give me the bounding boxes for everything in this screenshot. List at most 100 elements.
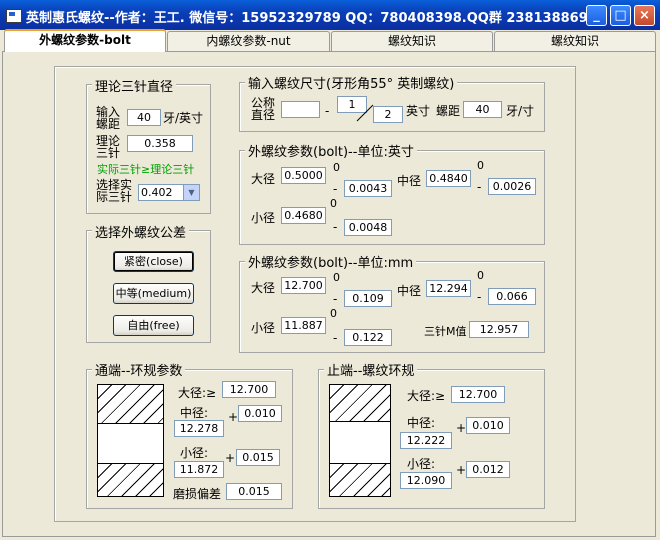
- tab-bolt[interactable]: 外螺纹参数-bolt: [4, 29, 166, 52]
- nominal-dash: -: [325, 104, 330, 118]
- go-pitch-value: 12.278: [174, 420, 224, 437]
- m-value: 12.957: [469, 321, 529, 338]
- go-minor-value: 11.872: [174, 461, 224, 478]
- inch-major-upper: 0: [333, 161, 340, 174]
- go-pitch-label: 中径:: [180, 406, 209, 420]
- inch-major-lower: 0.0043: [344, 180, 392, 197]
- free-fit-button[interactable]: 自由(free): [113, 315, 194, 336]
- inch-pitch-label: 中径: [397, 174, 422, 188]
- nogo-pitch-plus: +: [456, 421, 467, 435]
- inch-pitch-lower: 0.0026: [488, 178, 536, 195]
- go-pitch-tol: 0.010: [238, 405, 282, 422]
- input-pitch-label: 输入 螺距: [96, 105, 121, 131]
- inch-minor-upper: 0: [330, 197, 337, 210]
- mm-minor-lower: 0.122: [344, 329, 392, 346]
- inch-major-value: 0.5000: [281, 167, 326, 184]
- go-minor-plus: +: [225, 451, 236, 465]
- mm-pitch-upper: 0: [477, 269, 484, 282]
- inch-minor-value: 0.4680: [281, 207, 326, 224]
- size-pitch-label: 螺距: [436, 104, 461, 118]
- inch-major-label: 大径: [251, 172, 276, 186]
- go-pitch-plus: +: [228, 410, 239, 424]
- mm-pitch-minus: -: [477, 290, 482, 304]
- app-icon: [6, 9, 22, 23]
- theory-wire-label: 理论 三针: [96, 134, 121, 160]
- inch-pitch-value: 0.4840: [426, 170, 471, 187]
- denominator-input[interactable]: 2: [373, 106, 403, 123]
- go-wear-label: 磨损偏差: [173, 487, 222, 501]
- mm-pitch-value: 12.294: [426, 280, 471, 297]
- go-ring-top-hatch: [97, 384, 164, 424]
- chevron-down-icon[interactable]: ▼: [183, 185, 199, 200]
- nogo-ring-top-hatch: [329, 384, 391, 422]
- size-input-legend: 输入螺纹尺寸(牙形角55° 英制螺纹): [245, 73, 458, 92]
- nogo-minor-label: 小径:: [407, 457, 436, 471]
- go-ring-bore: [97, 423, 164, 464]
- fraction-slash: [356, 104, 374, 122]
- mm-minor-label: 小径: [251, 321, 276, 335]
- tab-nut[interactable]: 内螺纹参数-nut: [167, 31, 330, 51]
- tab-knowledge-1[interactable]: 螺纹知识: [331, 31, 493, 51]
- nominal-label: 公称 直径: [251, 96, 276, 122]
- nogo-ring-bore: [329, 421, 391, 464]
- go-wear-value: 0.015: [226, 483, 282, 500]
- mm-major-label: 大径: [251, 281, 276, 295]
- mm-major-upper: 0: [333, 271, 340, 284]
- mm-minor-upper: 0: [330, 307, 337, 320]
- select-wire-label: 选择实 际三针: [96, 178, 133, 204]
- nogo-ring-legend: 止端--螺纹环规: [324, 360, 418, 379]
- close-fit-button[interactable]: 紧密(close): [113, 251, 194, 272]
- pitch-unit-label: 牙/英寸: [163, 111, 204, 125]
- bolt-inch-legend: 外螺纹参数(bolt)--单位:英寸: [245, 141, 417, 160]
- title-bar[interactable]: 英制惠氏螺纹--作者：王工. 微信号：15952329789 QQ：780408…: [0, 0, 660, 30]
- inch-minor-label: 小径: [251, 211, 276, 225]
- mm-major-minus: -: [333, 292, 338, 306]
- mm-pitch-label: 中径: [397, 284, 422, 298]
- wire-select-value: 0.402: [141, 186, 173, 199]
- wire-select[interactable]: 0.402 ▼: [138, 184, 200, 201]
- close-button[interactable]: ×: [634, 5, 655, 26]
- nogo-pitch-label: 中径:: [407, 416, 436, 430]
- nogo-ring-bottom-hatch: [329, 463, 391, 497]
- bolt-inch-group: [239, 150, 545, 245]
- app-window: 英制惠氏螺纹--作者：王工. 微信号：15952329789 QQ：780408…: [0, 0, 660, 540]
- tolerance-legend: 选择外螺纹公差: [92, 222, 190, 241]
- nogo-minor-value: 12.090: [400, 472, 452, 489]
- mm-major-lower: 0.109: [344, 290, 392, 307]
- mm-pitch-lower: 0.066: [488, 288, 536, 305]
- inch-label: 英寸: [406, 104, 431, 118]
- nogo-pitch-value: 12.222: [400, 432, 452, 449]
- mm-major-value: 12.700: [281, 277, 326, 294]
- maximize-button[interactable]: □: [610, 5, 631, 26]
- m-value-label: 三针M值: [424, 325, 467, 338]
- inch-pitch-upper: 0: [477, 159, 484, 172]
- inch-major-minus: -: [333, 182, 338, 196]
- bolt-mm-group: [239, 261, 545, 353]
- go-ring-legend: 通端--环规参数: [92, 360, 186, 379]
- mm-minor-value: 11.887: [281, 317, 326, 334]
- window-title: 英制惠氏螺纹--作者：王工. 微信号：15952329789 QQ：780408…: [26, 11, 588, 26]
- inch-minor-lower: 0.0048: [344, 219, 392, 236]
- go-minor-tol: 0.015: [236, 449, 280, 466]
- nogo-pitch-tol: 0.010: [466, 417, 510, 434]
- go-major-value: 12.700: [222, 381, 276, 398]
- pitch-input[interactable]: 40: [127, 109, 161, 126]
- three-wire-legend: 理论三针直径: [92, 76, 177, 95]
- theory-wire-value: 0.358: [127, 135, 193, 152]
- nominal-input[interactable]: [281, 101, 320, 118]
- nogo-major-value: 12.700: [451, 386, 505, 403]
- nogo-minor-plus: +: [456, 463, 467, 477]
- go-minor-label: 小径:: [180, 446, 209, 460]
- wire-note: 实际三针≥理论三针: [97, 163, 195, 176]
- go-ring-bottom-hatch: [97, 463, 164, 497]
- size-pitch-unit: 牙/寸: [506, 104, 535, 118]
- size-pitch-input[interactable]: 40: [463, 101, 502, 118]
- inch-minor-minus: -: [333, 220, 338, 234]
- nogo-major-label: 大径:≥: [407, 389, 446, 403]
- medium-fit-button[interactable]: 中等(medium): [113, 283, 194, 304]
- minimize-button[interactable]: _: [586, 5, 607, 26]
- bolt-mm-legend: 外螺纹参数(bolt)--单位:mm: [245, 252, 417, 271]
- tab-knowledge-2[interactable]: 螺纹知识: [494, 31, 656, 51]
- inch-pitch-minus: -: [477, 180, 482, 194]
- go-major-label: 大径:≥: [178, 386, 217, 400]
